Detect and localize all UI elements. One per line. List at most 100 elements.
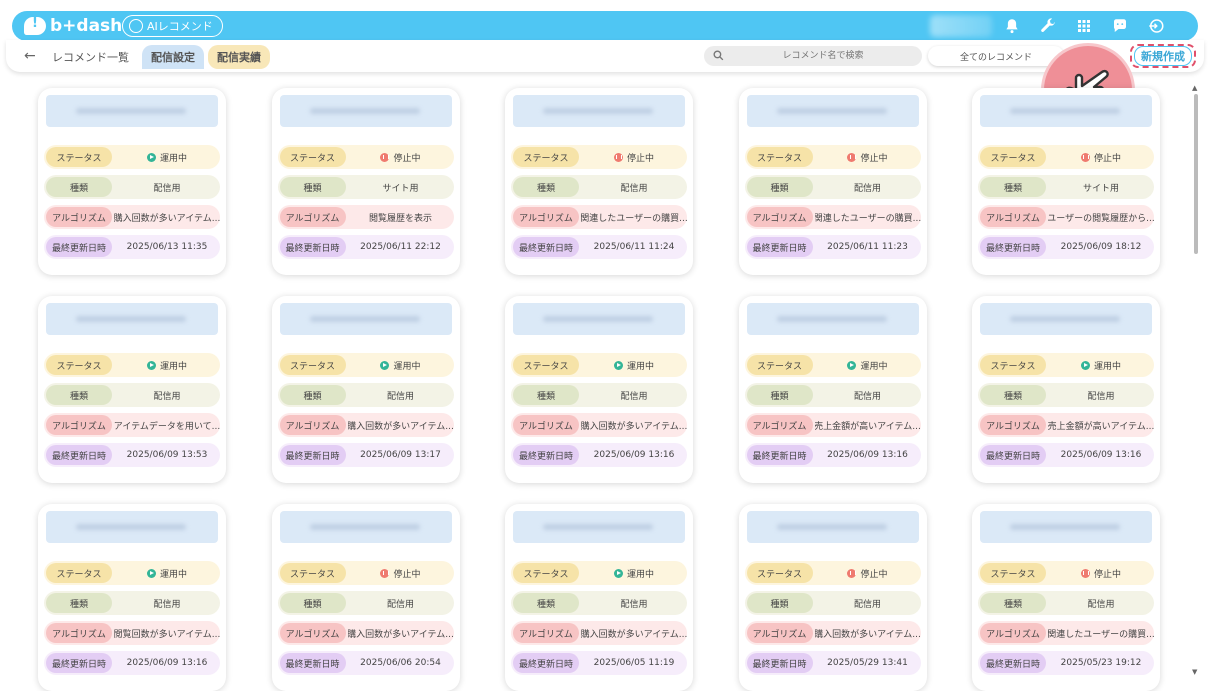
scroll-thumb[interactable]: [1194, 94, 1198, 254]
algorithm-label: アルゴリズム: [513, 415, 579, 435]
account-name-blurred[interactable]: [930, 15, 992, 37]
card-title-blurred[interactable]: [746, 303, 919, 335]
top-app-bar: b+dash AIレコメンド: [12, 11, 1198, 41]
ai-recommend-icon: [129, 19, 143, 33]
bell-icon[interactable]: [994, 15, 1030, 37]
updated-value: 2025/06/11 11:23: [827, 242, 908, 252]
card-title-blurred[interactable]: [513, 95, 685, 127]
status-value: 運用中: [348, 353, 454, 377]
recommend-card[interactable]: ステータス 運用中 種類 配信用 アルゴリズム 購入回数が多いアイテム... 最終更新日時 2…: [505, 504, 693, 691]
type-row: 種類 配信用: [744, 383, 921, 407]
tab-delivery-results[interactable]: 配信実績: [208, 45, 270, 69]
type-row: 種類 配信用: [44, 591, 220, 615]
back-arrow-icon[interactable]: ←: [24, 48, 36, 64]
recommend-card[interactable]: ステータス 運用中 種類 配信用 アルゴリズム 売上金額が高いアイテム... 最終更新日時 2…: [738, 296, 927, 483]
wrench-icon[interactable]: [1030, 15, 1066, 37]
card-title-blurred[interactable]: [746, 511, 919, 543]
recommend-card[interactable]: ステータス 運用中 種類 配信用 アルゴリズム アイテムデータを用いて... 最終更新日時 2…: [38, 296, 226, 483]
type-row: 種類 配信用: [277, 591, 454, 615]
updated-label: 最終更新日時: [746, 445, 813, 465]
sub-navigation-bar: ← レコメンド一覧 配信設定 配信実績 全てのレコメンド 新規作成: [6, 40, 1204, 72]
scroll-up-icon[interactable]: ▲: [1192, 84, 1197, 92]
status-text: 停止中: [860, 569, 888, 580]
card-title-blurred[interactable]: [46, 511, 218, 543]
type-row: 種類 配信用: [744, 175, 921, 199]
updated-value: 2025/06/09 13:16: [1060, 450, 1142, 460]
algorithm-row: アルゴリズム 売上金額が高いアイテム...: [744, 413, 921, 437]
brand-logo[interactable]: b+dash: [24, 15, 122, 37]
recommend-card[interactable]: ステータス 停止中 種類 配信用 アルゴリズム 購入回数が多いアイテム... 最終更新日時 2…: [271, 504, 460, 691]
play-icon: [380, 360, 390, 370]
updated-row: 最終更新日時 2025/06/11 22:12: [277, 235, 454, 259]
search-input[interactable]: [730, 46, 916, 66]
recommend-card[interactable]: ステータス 停止中 種類 配信用 アルゴリズム 関連したユーザーの購買... 最終更新日時 2…: [505, 88, 693, 275]
updated-label: 最終更新日時: [980, 653, 1046, 673]
updated-row: 最終更新日時 2025/06/09 13:16: [978, 443, 1154, 467]
recommend-card[interactable]: ステータス 運用中 種類 配信用 アルゴリズム 購入回数が多いアイテム... 最終更新日時 2…: [271, 296, 460, 483]
type-value: 配信用: [386, 391, 414, 402]
type-label: 種類: [513, 177, 579, 197]
algorithm-value: ユーザーの閲覧履歴から...: [1048, 213, 1154, 224]
status-row: ステータス 運用中: [44, 561, 220, 585]
card-title-blurred[interactable]: [980, 303, 1152, 335]
recommend-card[interactable]: ステータス 停止中 種類 サイト用 アルゴリズム 閲覧履歴を表示 最終更新日時 2025/06…: [271, 88, 460, 275]
card-title-blurred[interactable]: [513, 511, 685, 543]
algorithm-label: アルゴリズム: [279, 623, 346, 643]
logout-icon[interactable]: [1138, 15, 1174, 37]
chat-icon[interactable]: [1102, 15, 1138, 37]
play-icon: [146, 568, 156, 578]
status-value: 運用中: [1048, 353, 1154, 377]
status-row: ステータス 停止中: [978, 145, 1154, 169]
recommend-filter-select[interactable]: 全てのレコメンド: [928, 46, 1064, 66]
pause-icon: [613, 152, 623, 162]
status-row: ステータス 停止中: [511, 145, 687, 169]
card-title-blurred[interactable]: [980, 511, 1152, 543]
recommend-card[interactable]: ステータス 停止中 種類 配信用 アルゴリズム 関連したユーザーの購買... 最終更新日時 2…: [738, 88, 927, 275]
algorithm-label: アルゴリズム: [513, 207, 579, 227]
type-value: 配信用: [620, 183, 648, 194]
recommend-card[interactable]: ステータス 運用中 種類 配信用 アルゴリズム 売上金額が高いアイテム... 最終更新日時 2…: [972, 296, 1160, 483]
card-title-blurred[interactable]: [279, 303, 452, 335]
algorithm-row: アルゴリズム 購入回数が多いアイテム...: [744, 621, 921, 645]
recommend-card[interactable]: ステータス 停止中 種類 配信用 アルゴリズム 購入回数が多いアイテム... 最終更新日時 2…: [738, 504, 927, 691]
updated-label: 最終更新日時: [46, 445, 112, 465]
new-create-highlight: 新規作成: [1130, 44, 1196, 68]
pause-icon: [847, 152, 857, 162]
type-value: 配信用: [620, 391, 648, 402]
module-switch-button[interactable]: AIレコメンド: [122, 15, 223, 37]
algorithm-label: アルゴリズム: [746, 623, 813, 643]
recommend-card[interactable]: ステータス 停止中 種類 サイト用 アルゴリズム ユーザーの閲覧履歴から... 最終更新日時…: [972, 88, 1160, 275]
card-title-blurred[interactable]: [279, 95, 452, 127]
tab-delivery-settings[interactable]: 配信設定: [142, 45, 204, 69]
recommend-card[interactable]: ステータス 運用中 種類 配信用 アルゴリズム 閲覧回数が多いアイテム... 最終更新日時 2…: [38, 504, 226, 691]
card-title-blurred[interactable]: [980, 95, 1152, 127]
type-row: 種類 配信用: [744, 591, 921, 615]
status-row: ステータス 運用中: [978, 353, 1154, 377]
updated-row: 最終更新日時 2025/05/29 13:41: [744, 651, 921, 675]
breadcrumb[interactable]: レコメンド一覧: [52, 49, 129, 65]
vertical-scrollbar[interactable]: ▲ ▼: [1192, 84, 1200, 680]
updated-label: 最終更新日時: [279, 445, 346, 465]
recommend-card[interactable]: ステータス 停止中 種類 配信用 アルゴリズム 関連したユーザーの購買... 最終更新日時 2…: [972, 504, 1160, 691]
updated-label: 最終更新日時: [513, 653, 579, 673]
card-title-blurred[interactable]: [746, 95, 919, 127]
status-row: ステータス 停止中: [978, 561, 1154, 585]
recommend-card[interactable]: ステータス 運用中 種類 配信用 アルゴリズム 購入回数が多いアイテム... 最終更新日時 2…: [505, 296, 693, 483]
type-row: 種類 配信用: [978, 383, 1154, 407]
card-title-blurred[interactable]: [46, 303, 218, 335]
new-create-button[interactable]: 新規作成: [1134, 46, 1192, 66]
logo-text: b+dash: [50, 16, 123, 36]
card-title-blurred[interactable]: [513, 303, 685, 335]
grid-icon[interactable]: [1066, 15, 1102, 37]
card-title-blurred[interactable]: [279, 511, 452, 543]
updated-row: 最終更新日時 2025/06/09 13:53: [44, 443, 220, 467]
recommend-card[interactable]: ステータス 運用中 種類 配信用 アルゴリズム 購入回数が多いアイテム... 最終更新日時 2…: [38, 88, 226, 275]
algorithm-row: アルゴリズム 関連したユーザーの購買...: [978, 621, 1154, 645]
type-label: 種類: [279, 177, 346, 197]
algorithm-label: アルゴリズム: [279, 415, 346, 435]
card-title-blurred[interactable]: [46, 95, 218, 127]
algorithm-row: アルゴリズム 閲覧回数が多いアイテム...: [44, 621, 220, 645]
updated-row: 最終更新日時 2025/06/06 20:54: [277, 651, 454, 675]
play-icon: [613, 360, 623, 370]
scroll-down-icon[interactable]: ▼: [1192, 668, 1197, 676]
